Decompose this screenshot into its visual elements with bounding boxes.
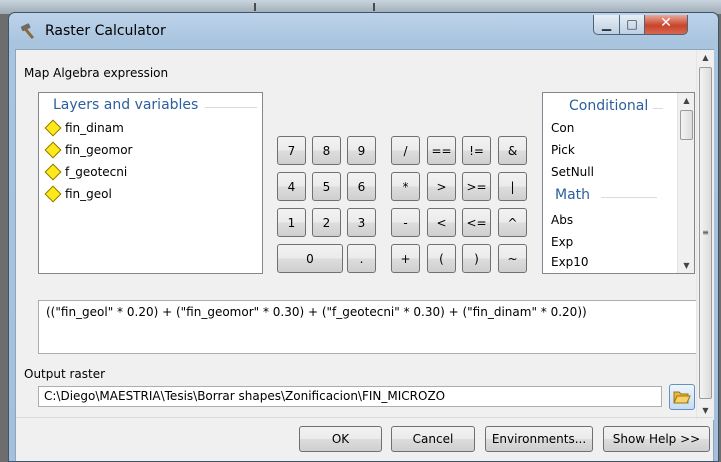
group-divider [601,197,657,198]
key-greater[interactable]: > [427,172,456,201]
scroll-down-icon[interactable]: ▼ [678,261,694,270]
raster-layer-icon [44,141,62,159]
math-header: Math [555,187,591,203]
key-equal[interactable]: == [427,136,456,165]
environments-button[interactable]: Environments... [485,426,593,452]
dialog-scrollbar[interactable]: ▲ ≡ ▼ [696,50,714,420]
key-multiply[interactable]: * [391,172,420,201]
title-bar[interactable]: Raster Calculator ▁ □ ✕ [9,13,718,49]
minimize-button[interactable]: ▁ [593,15,620,35]
layers-header: Layers and variables [53,97,199,113]
raster-calculator-window: Raster Calculator ▁ □ ✕ Map Algebra expr… [8,12,719,462]
function-exp10[interactable]: Exp10 [551,255,589,269]
close-button[interactable]: ✕ [644,15,688,35]
dialog-body: Map Algebra expression Layers and variab… [15,49,714,461]
key-close-paren[interactable]: ) [462,244,491,273]
show-help-button[interactable]: Show Help >> [603,426,710,452]
key-decimal[interactable]: . [347,244,376,273]
key-divide[interactable]: / [391,136,420,165]
key-or[interactable]: | [498,172,527,201]
footer-divider [16,417,713,418]
maximize-button[interactable]: □ [619,15,645,35]
raster-layer-icon [44,119,62,137]
scroll-down-icon[interactable]: ▼ [697,406,714,415]
layers-list[interactable]: Layers and variables fin_dinam fin_geomo… [38,92,263,274]
key-3[interactable]: 3 [347,208,376,237]
key-greater-equal[interactable]: >= [462,172,491,201]
layer-label: fin_geol [65,187,112,201]
key-4[interactable]: 4 [277,172,306,201]
background-tick [373,3,375,11]
maximize-icon: □ [626,17,638,31]
key-2[interactable]: 2 [312,208,341,237]
close-icon: ✕ [660,15,672,31]
key-5[interactable]: 5 [312,172,341,201]
key-6[interactable]: 6 [347,172,376,201]
hammer-icon [20,23,35,40]
functions-list[interactable]: Conditional Con Pick SetNull Math Abs Ex… [542,92,695,274]
expression-label: Map Algebra expression [24,66,169,80]
key-9[interactable]: 9 [347,136,376,165]
browse-button[interactable] [669,384,695,410]
key-7[interactable]: 7 [277,136,306,165]
key-open-paren[interactable]: ( [427,244,456,273]
layer-label: fin_geomor [65,143,133,157]
function-setnull[interactable]: SetNull [551,165,594,179]
function-pick[interactable]: Pick [551,143,575,157]
group-divider [653,108,663,109]
raster-layer-icon [44,163,62,181]
key-plus[interactable]: + [391,244,420,273]
window-title: Raster Calculator [45,23,166,39]
function-con[interactable]: Con [551,121,574,135]
layer-item-fin-geomor[interactable]: fin_geomor [44,141,133,159]
raster-layer-icon [44,185,62,203]
key-8[interactable]: 8 [312,136,341,165]
scroll-up-icon[interactable]: ▲ [697,53,714,62]
cancel-button[interactable]: Cancel [391,426,475,452]
key-not-equal[interactable]: != [462,136,491,165]
scroll-thumb[interactable] [680,110,693,140]
output-raster-label: Output raster [24,367,106,381]
layer-label: fin_dinam [65,121,124,135]
key-0[interactable]: 0 [277,244,343,273]
group-divider [205,107,257,108]
layer-item-f-geotecni[interactable]: f_geotecni [44,163,128,181]
layer-item-fin-geol[interactable]: fin_geol [44,185,112,203]
output-raster-input[interactable]: C:\Diego\MAESTRIA\Tesis\Borrar shapes\Zo… [38,386,662,407]
layer-item-fin-dinam[interactable]: fin_dinam [44,119,124,137]
functions-scrollbar[interactable]: ▲ ▼ [677,93,694,273]
minimize-icon: ▁ [601,17,612,31]
layer-label: f_geotecni [65,165,128,179]
key-1[interactable]: 1 [277,208,306,237]
key-and[interactable]: & [498,136,527,165]
folder-open-icon [673,391,691,404]
background-tick [254,3,256,11]
key-minus[interactable]: - [391,208,420,237]
ok-button[interactable]: OK [299,426,382,452]
function-abs[interactable]: Abs [551,213,573,227]
scroll-up-icon[interactable]: ▲ [678,96,694,105]
expression-input[interactable]: (("fin_geol" * 0.20) + ("fin_geomor" * 0… [38,300,699,354]
key-not[interactable]: ~ [498,244,527,273]
key-less-equal[interactable]: <= [462,208,491,237]
key-less[interactable]: < [427,208,456,237]
key-xor[interactable]: ^ [498,208,527,237]
function-exp[interactable]: Exp [551,235,573,249]
conditional-header: Conditional [569,98,649,114]
grip-icon: ≡ [702,228,709,237]
